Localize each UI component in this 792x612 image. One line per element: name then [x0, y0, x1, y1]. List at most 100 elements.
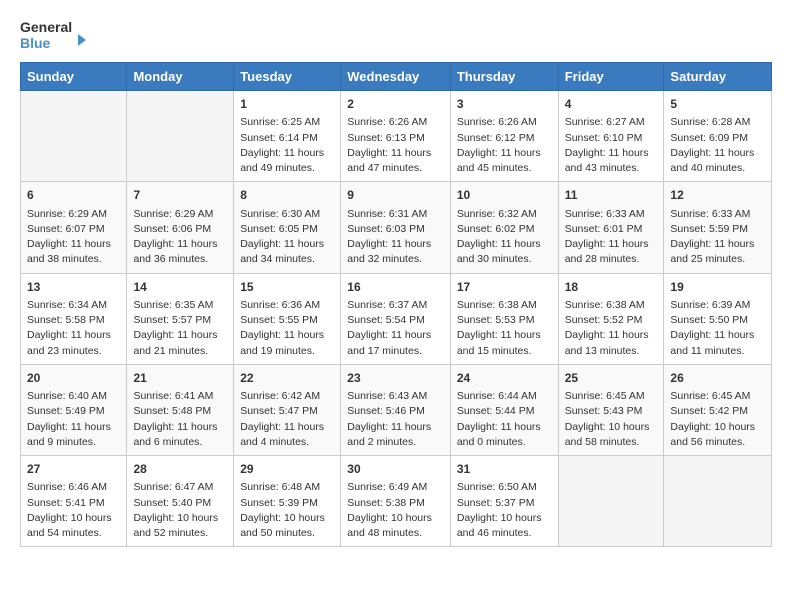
calendar-cell: 1 Sunrise: 6:25 AMSunset: 6:14 PMDaylight…	[234, 91, 341, 182]
calendar-cell: 28 Sunrise: 6:47 AMSunset: 5:40 PMDayligh…	[127, 456, 234, 547]
day-info: Sunrise: 6:30 AMSunset: 6:05 PMDaylight:…	[240, 207, 334, 268]
day-number: 25	[565, 370, 658, 387]
day-info: Sunrise: 6:32 AMSunset: 6:02 PMDaylight:…	[457, 207, 552, 268]
day-number: 9	[347, 187, 444, 204]
day-number: 21	[133, 370, 227, 387]
day-number: 30	[347, 461, 444, 478]
logo: General Blue	[20, 16, 90, 54]
day-info: Sunrise: 6:46 AMSunset: 5:41 PMDaylight:…	[27, 480, 120, 541]
calendar-cell	[127, 91, 234, 182]
calendar-cell: 22 Sunrise: 6:42 AMSunset: 5:47 PMDayligh…	[234, 364, 341, 455]
calendar-cell: 16Sunrise: 6:37 AMSunset: 5:54 PMDayligh…	[341, 273, 451, 364]
day-number: 5	[670, 96, 765, 113]
day-info: Sunrise: 6:29 AMSunset: 6:07 PMDaylight:…	[27, 207, 120, 268]
calendar-cell: 6 Sunrise: 6:29 AMSunset: 6:07 PMDaylight…	[21, 182, 127, 273]
calendar-cell: 29 Sunrise: 6:48 AMSunset: 5:39 PMDayligh…	[234, 456, 341, 547]
calendar-cell	[664, 456, 772, 547]
day-number: 7	[133, 187, 227, 204]
calendar-week-row: 20 Sunrise: 6:40 AMSunset: 5:49 PMDayligh…	[21, 364, 772, 455]
weekday-header: Sunday	[21, 63, 127, 91]
day-number: 1	[240, 96, 334, 113]
day-info: Sunrise: 6:49 AMSunset: 5:38 PMDaylight:…	[347, 480, 444, 541]
day-number: 19	[670, 279, 765, 296]
calendar-cell: 3 Sunrise: 6:26 AMSunset: 6:12 PMDaylight…	[450, 91, 558, 182]
calendar-cell: 24Sunrise: 6:44 AMSunset: 5:44 PMDayligh…	[450, 364, 558, 455]
calendar-cell	[558, 456, 664, 547]
calendar-cell: 31Sunrise: 6:50 AMSunset: 5:37 PMDayligh…	[450, 456, 558, 547]
day-info: Sunrise: 6:40 AMSunset: 5:49 PMDaylight:…	[27, 389, 120, 450]
calendar-cell: 18 Sunrise: 6:38 AMSunset: 5:52 PMDayligh…	[558, 273, 664, 364]
day-number: 12	[670, 187, 765, 204]
calendar-cell: 30 Sunrise: 6:49 AMSunset: 5:38 PMDayligh…	[341, 456, 451, 547]
weekday-header: Saturday	[664, 63, 772, 91]
day-number: 15	[240, 279, 334, 296]
day-info: Sunrise: 6:33 AMSunset: 6:01 PMDaylight:…	[565, 207, 658, 268]
day-info: Sunrise: 6:31 AMSunset: 6:03 PMDaylight:…	[347, 207, 444, 268]
day-info: Sunrise: 6:33 AMSunset: 5:59 PMDaylight:…	[670, 207, 765, 268]
calendar-cell: 7Sunrise: 6:29 AMSunset: 6:06 PMDaylight…	[127, 182, 234, 273]
day-info: Sunrise: 6:26 AMSunset: 6:12 PMDaylight:…	[457, 115, 552, 176]
weekday-header: Thursday	[450, 63, 558, 91]
calendar-cell: 2 Sunrise: 6:26 AMSunset: 6:13 PMDaylight…	[341, 91, 451, 182]
day-number: 8	[240, 187, 334, 204]
day-number: 18	[565, 279, 658, 296]
calendar-week-row: 13 Sunrise: 6:34 AMSunset: 5:58 PMDayligh…	[21, 273, 772, 364]
day-number: 14	[133, 279, 227, 296]
day-number: 13	[27, 279, 120, 296]
logo-svg: General Blue	[20, 16, 90, 54]
day-number: 11	[565, 187, 658, 204]
calendar-cell: 20 Sunrise: 6:40 AMSunset: 5:49 PMDayligh…	[21, 364, 127, 455]
day-number: 28	[133, 461, 227, 478]
day-info: Sunrise: 6:36 AMSunset: 5:55 PMDaylight:…	[240, 298, 334, 359]
weekday-header: Wednesday	[341, 63, 451, 91]
calendar-cell: 27Sunrise: 6:46 AMSunset: 5:41 PMDayligh…	[21, 456, 127, 547]
day-info: Sunrise: 6:42 AMSunset: 5:47 PMDaylight:…	[240, 389, 334, 450]
calendar-week-row: 27Sunrise: 6:46 AMSunset: 5:41 PMDayligh…	[21, 456, 772, 547]
day-info: Sunrise: 6:35 AMSunset: 5:57 PMDaylight:…	[133, 298, 227, 359]
day-number: 4	[565, 96, 658, 113]
calendar-cell: 5 Sunrise: 6:28 AMSunset: 6:09 PMDaylight…	[664, 91, 772, 182]
day-info: Sunrise: 6:45 AMSunset: 5:42 PMDaylight:…	[670, 389, 765, 450]
day-number: 6	[27, 187, 120, 204]
day-info: Sunrise: 6:25 AMSunset: 6:14 PMDaylight:…	[240, 115, 334, 176]
day-info: Sunrise: 6:45 AMSunset: 5:43 PMDaylight:…	[565, 389, 658, 450]
day-info: Sunrise: 6:43 AMSunset: 5:46 PMDaylight:…	[347, 389, 444, 450]
day-number: 24	[457, 370, 552, 387]
day-info: Sunrise: 6:50 AMSunset: 5:37 PMDaylight:…	[457, 480, 552, 541]
calendar-table: SundayMondayTuesdayWednesdayThursdayFrid…	[20, 62, 772, 547]
day-info: Sunrise: 6:48 AMSunset: 5:39 PMDaylight:…	[240, 480, 334, 541]
day-number: 17	[457, 279, 552, 296]
calendar-cell: 13 Sunrise: 6:34 AMSunset: 5:58 PMDayligh…	[21, 273, 127, 364]
calendar-cell: 25 Sunrise: 6:45 AMSunset: 5:43 PMDayligh…	[558, 364, 664, 455]
weekday-header: Monday	[127, 63, 234, 91]
calendar-cell: 9 Sunrise: 6:31 AMSunset: 6:03 PMDaylight…	[341, 182, 451, 273]
svg-text:General: General	[20, 19, 72, 35]
day-number: 20	[27, 370, 120, 387]
calendar-cell: 21 Sunrise: 6:41 AMSunset: 5:48 PMDayligh…	[127, 364, 234, 455]
calendar-cell: 12 Sunrise: 6:33 AMSunset: 5:59 PMDayligh…	[664, 182, 772, 273]
calendar-cell: 26Sunrise: 6:45 AMSunset: 5:42 PMDayligh…	[664, 364, 772, 455]
calendar-cell: 14 Sunrise: 6:35 AMSunset: 5:57 PMDayligh…	[127, 273, 234, 364]
calendar-cell	[21, 91, 127, 182]
day-number: 3	[457, 96, 552, 113]
calendar-cell: 8 Sunrise: 6:30 AMSunset: 6:05 PMDaylight…	[234, 182, 341, 273]
calendar-cell: 23Sunrise: 6:43 AMSunset: 5:46 PMDayligh…	[341, 364, 451, 455]
day-info: Sunrise: 6:47 AMSunset: 5:40 PMDaylight:…	[133, 480, 227, 541]
calendar-cell: 4Sunrise: 6:27 AMSunset: 6:10 PMDaylight…	[558, 91, 664, 182]
day-info: Sunrise: 6:38 AMSunset: 5:53 PMDaylight:…	[457, 298, 552, 359]
day-number: 29	[240, 461, 334, 478]
weekday-header: Friday	[558, 63, 664, 91]
day-info: Sunrise: 6:28 AMSunset: 6:09 PMDaylight:…	[670, 115, 765, 176]
page-header: General Blue	[20, 16, 772, 54]
calendar-week-row: 1 Sunrise: 6:25 AMSunset: 6:14 PMDaylight…	[21, 91, 772, 182]
day-info: Sunrise: 6:26 AMSunset: 6:13 PMDaylight:…	[347, 115, 444, 176]
calendar-cell: 10Sunrise: 6:32 AMSunset: 6:02 PMDayligh…	[450, 182, 558, 273]
day-info: Sunrise: 6:41 AMSunset: 5:48 PMDaylight:…	[133, 389, 227, 450]
header-row: SundayMondayTuesdayWednesdayThursdayFrid…	[21, 63, 772, 91]
day-number: 22	[240, 370, 334, 387]
day-info: Sunrise: 6:38 AMSunset: 5:52 PMDaylight:…	[565, 298, 658, 359]
calendar-cell: 17 Sunrise: 6:38 AMSunset: 5:53 PMDayligh…	[450, 273, 558, 364]
calendar-cell: 15 Sunrise: 6:36 AMSunset: 5:55 PMDayligh…	[234, 273, 341, 364]
day-info: Sunrise: 6:34 AMSunset: 5:58 PMDaylight:…	[27, 298, 120, 359]
day-number: 2	[347, 96, 444, 113]
